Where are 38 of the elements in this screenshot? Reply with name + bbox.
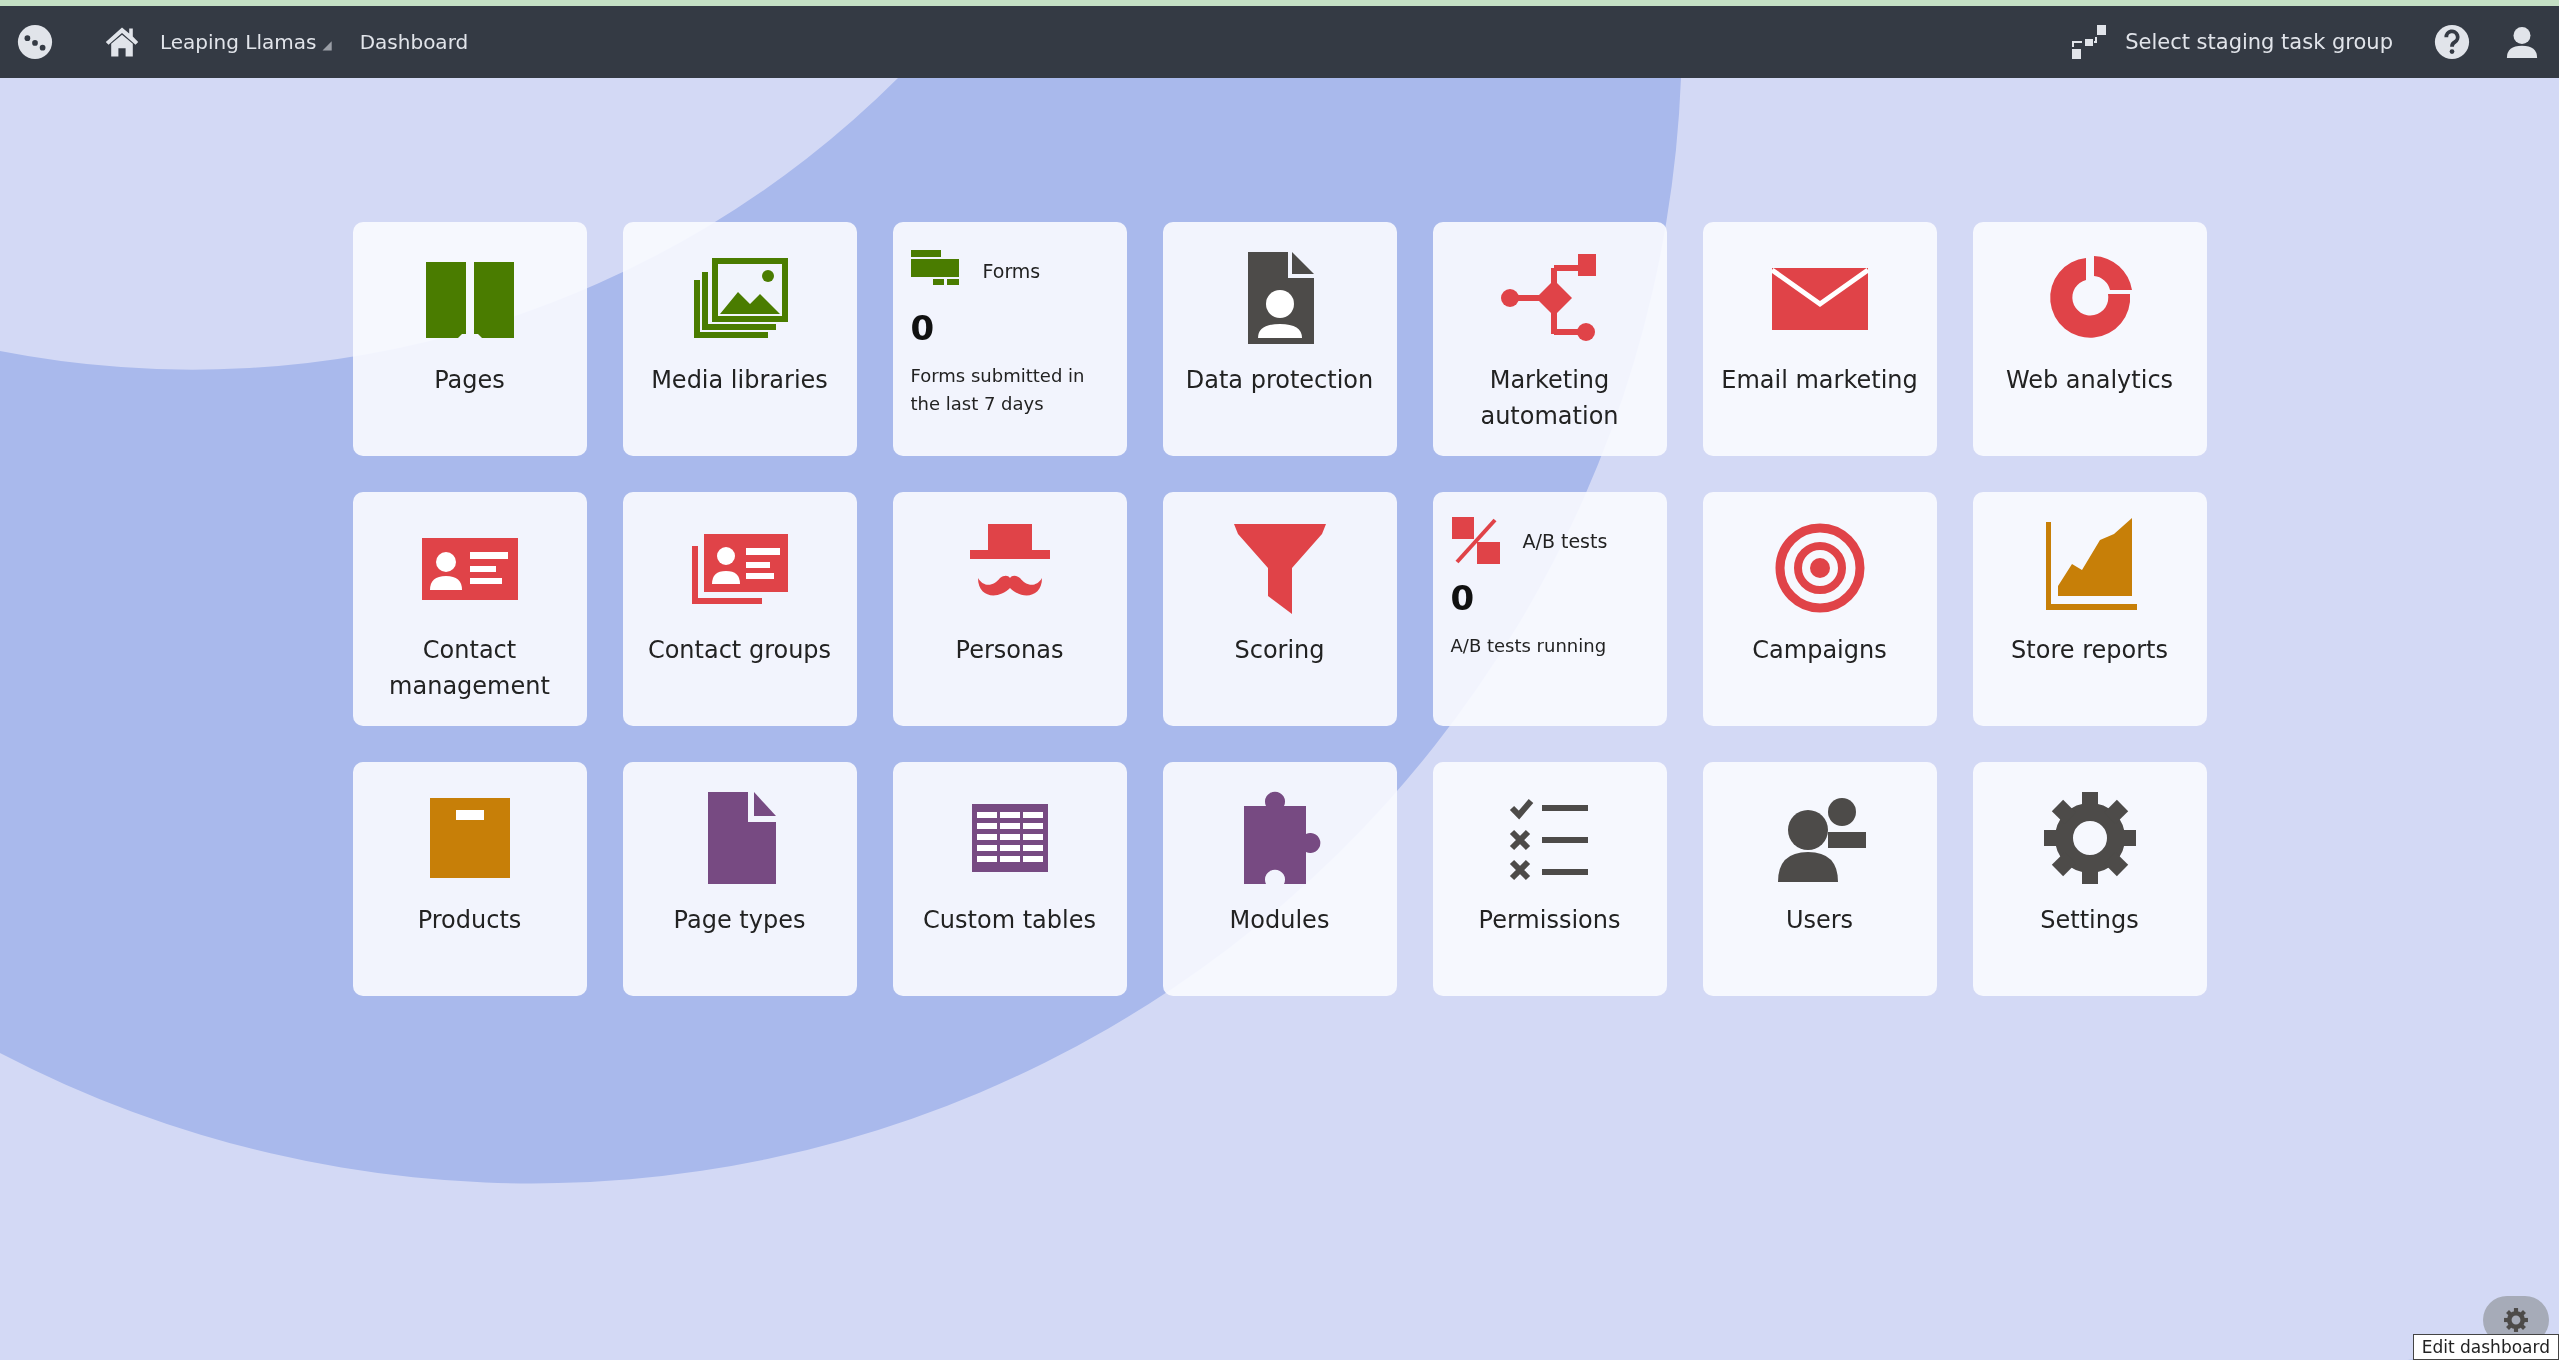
dashboard-tile[interactable]: Personas: [892, 492, 1127, 726]
tile-title: Forms: [982, 260, 1041, 282]
stat-description: A/B tests running: [1450, 634, 1607, 658]
dashboard-tile[interactable]: Contact groups: [622, 492, 857, 726]
dashboard-tile[interactable]: Permissions: [1432, 762, 1667, 996]
dashboard-tile[interactable]: Custom tables: [892, 762, 1127, 996]
tooltip: Edit dashboard: [2412, 1334, 2559, 1360]
tile-title: A/B tests: [1522, 530, 1608, 552]
site-selector[interactable]: Leaping Llamas ◢: [160, 30, 332, 54]
settings-icon: [2503, 1307, 2529, 1333]
dashboard-tile[interactable]: Data protection: [1162, 222, 1397, 456]
dashboard-tile[interactable]: Users: [1702, 762, 1937, 996]
staging-task-group-link[interactable]: Select staging task group: [2125, 30, 2393, 54]
logo-icon[interactable]: [16, 23, 54, 61]
dashboard-tile[interactable]: Scoring: [1162, 492, 1397, 726]
dashboard-tile[interactable]: Web analytics: [1972, 222, 2207, 456]
dashboard-tile[interactable]: Campaigns: [1702, 492, 1937, 726]
dashboard-tile[interactable]: Modules: [1162, 762, 1397, 996]
user-icon[interactable]: [2505, 25, 2539, 59]
dashboard-tile[interactable]: Store reports: [1972, 492, 2207, 726]
dashboard-tile[interactable]: Forms 0 Forms submitted in the last 7 days: [892, 222, 1127, 456]
dashboard-tile[interactable]: Pages: [352, 222, 587, 456]
staging-icon[interactable]: [2071, 24, 2108, 60]
split-squares-icon: [1450, 516, 1501, 566]
stat-value: 0: [1450, 578, 1475, 618]
dashboard-tile[interactable]: Contact management: [352, 492, 587, 726]
stat-value: 0: [910, 308, 935, 348]
breadcrumb-link[interactable]: Dashboard: [359, 30, 469, 54]
stat-description: Forms submitted in the last 7 days: [910, 364, 1086, 416]
dashboard-tile[interactable]: Media libraries: [622, 222, 857, 456]
dashboard-tile[interactable]: Products: [352, 762, 587, 996]
dashboard-tile[interactable]: Settings: [1972, 762, 2207, 996]
dashboard-tile[interactable]: A/B tests 0 A/B tests running: [1432, 492, 1667, 726]
dashboard-tile[interactable]: Page types: [622, 762, 857, 996]
dashboard-tile[interactable]: Marketing automation: [1432, 222, 1667, 456]
help-icon[interactable]: [2433, 23, 2471, 61]
home-icon[interactable]: [104, 25, 140, 59]
dashboard-tile[interactable]: Email marketing: [1702, 222, 1937, 456]
